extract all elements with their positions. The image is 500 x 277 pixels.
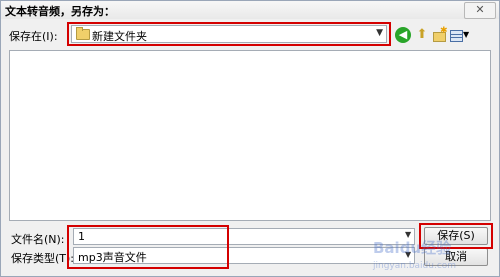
folder-icon	[76, 27, 90, 40]
chevron-down-icon[interactable]: ▼	[376, 28, 383, 38]
back-icon[interactable]: ◀	[395, 27, 411, 43]
view-grid-shape	[450, 30, 463, 42]
file-name-input[interactable]: 1	[73, 228, 415, 245]
file-name-dropdown-arrow[interactable]: ▼	[405, 230, 411, 239]
file-type-select[interactable]: mp3声音文件	[73, 247, 415, 264]
new-folder-icon[interactable]: ✱	[432, 26, 448, 43]
file-list-area[interactable]	[9, 50, 491, 221]
view-menu-icon[interactable]: ▼	[450, 27, 470, 43]
file-name-label: 文件名(N):	[11, 233, 65, 246]
save-button[interactable]: 保存(S)	[424, 227, 488, 245]
save-as-dialog: 文本转音频，另存为： ✕ 保存在(I): 新建文件夹 ▼ ◀ ⬆ ✱ ▼ 文件名…	[0, 0, 500, 277]
new-folder-sparkle: ✱	[440, 26, 448, 36]
save-in-value: 新建文件夹	[92, 30, 147, 43]
cancel-button[interactable]: 取消	[424, 248, 488, 266]
title-bar: 文本转音频，另存为： ✕	[1, 1, 499, 19]
save-in-label: 保存在(I):	[9, 30, 58, 43]
view-dropdown-arrow: ▼	[463, 30, 470, 39]
close-button[interactable]: ✕	[464, 2, 496, 19]
file-type-label: 保存类型(T):	[11, 252, 75, 265]
up-folder-icon[interactable]: ⬆	[414, 27, 430, 43]
dialog-title: 文本转音频，另存为：	[5, 5, 115, 18]
save-in-dropdown[interactable]: 新建文件夹 ▼	[71, 25, 387, 43]
file-type-dropdown-arrow[interactable]: ▼	[405, 250, 411, 259]
